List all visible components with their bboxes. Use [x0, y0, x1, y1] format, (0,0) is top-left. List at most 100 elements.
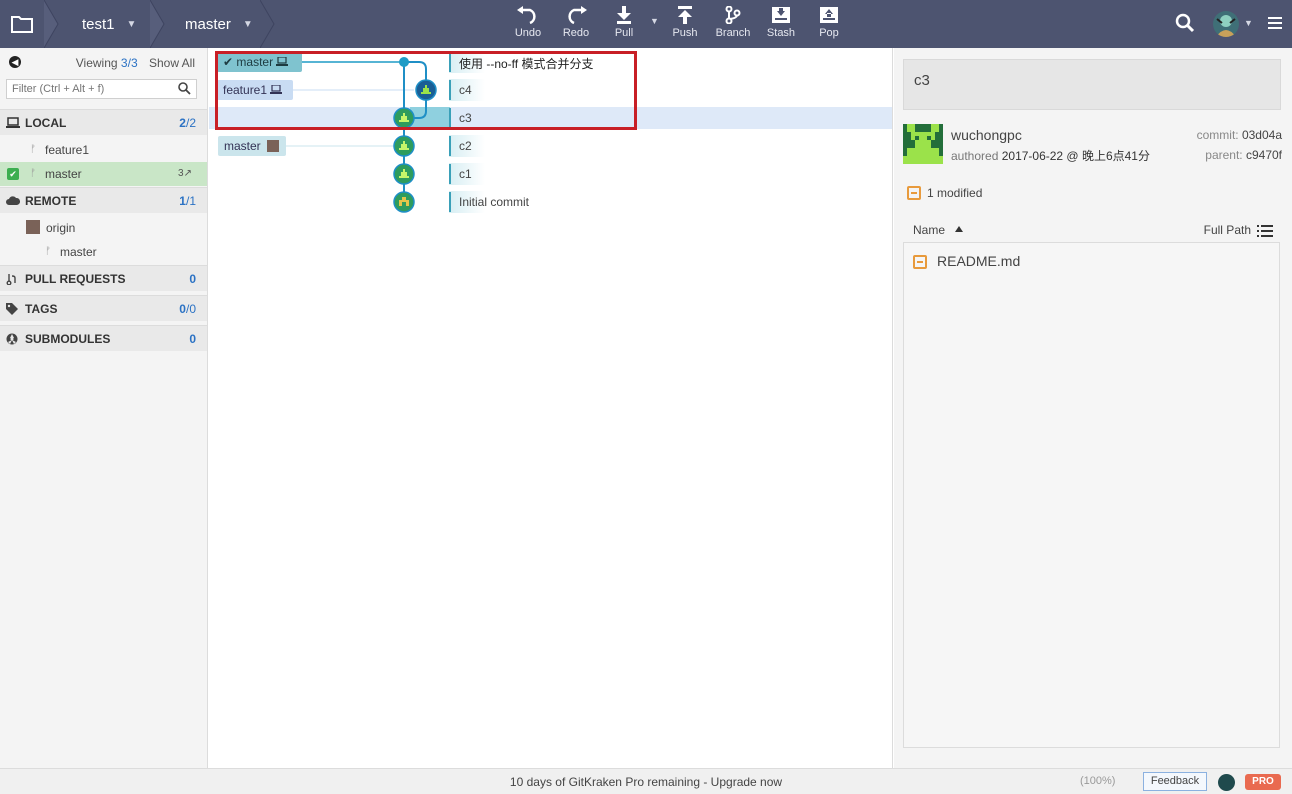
branch-button[interactable]: Branch	[708, 4, 758, 46]
redo-button[interactable]: Redo	[551, 4, 601, 46]
row-background	[449, 163, 892, 185]
search-icon	[178, 82, 191, 95]
hamburger-menu-icon[interactable]	[1268, 16, 1282, 33]
parent-sha[interactable]: c9470f	[1246, 148, 1282, 162]
folder-icon[interactable]	[0, 0, 44, 48]
commit-sha[interactable]: 03d04a	[1242, 128, 1282, 142]
show-all-link[interactable]: Show All	[149, 56, 195, 70]
chevron-down-icon[interactable]: ▼	[1244, 18, 1253, 28]
repo-selector[interactable]: test1 ▼	[82, 0, 136, 48]
modified-file-icon	[913, 255, 927, 269]
redo-icon	[568, 6, 587, 24]
branch-icon	[725, 6, 741, 24]
redo-label: Redo	[562, 27, 590, 39]
undo-button[interactable]: Undo	[503, 4, 553, 46]
submodules-section-header[interactable]: SUBMODULES 0	[0, 325, 207, 351]
breadcrumb-separator	[260, 0, 275, 48]
branch-label: master	[60, 245, 97, 259]
push-label: Push	[672, 27, 698, 39]
remote-title: REMOTE	[25, 194, 77, 208]
local-section-header[interactable]: LOCAL 2/2	[0, 109, 207, 135]
pro-badge[interactable]: PRO	[1245, 774, 1281, 790]
local-count: 2/2	[179, 116, 196, 130]
push-button[interactable]: Push	[660, 4, 710, 46]
pop-button[interactable]: Pop	[804, 4, 854, 46]
local-branch-feature1[interactable]: ᚠ feature1	[0, 138, 207, 162]
pull-button[interactable]: Pull	[599, 4, 649, 46]
tag-icon	[6, 303, 18, 315]
back-arrow-icon[interactable]: ◀	[9, 56, 21, 68]
tags-section-header[interactable]: TAGS 0/0	[0, 295, 207, 321]
commit-detail-panel: c3 wuchongpc authored 2017-06-22 @ 晚上6点4…	[894, 48, 1292, 768]
pull-requests-title: PULL REQUESTS	[25, 272, 126, 286]
viewing-bar: ◀ Viewing 3/3 Show All	[0, 48, 207, 76]
local-count-total: /2	[185, 116, 196, 130]
highlight-annotation	[215, 51, 637, 130]
stash-button[interactable]: Stash	[756, 4, 806, 46]
authored-label: authored	[951, 149, 999, 163]
modified-file-icon	[907, 186, 921, 200]
tags-title: TAGS	[25, 302, 58, 316]
file-item[interactable]: README.md	[913, 253, 1020, 269]
commit-node-c2[interactable]	[393, 135, 415, 157]
submodule-icon	[6, 333, 18, 345]
authored-date: 2017-06-22 @ 晚上6点41分	[1001, 149, 1150, 163]
repo-name: test1	[82, 15, 115, 33]
push-icon	[678, 6, 692, 24]
branch-label: feature1	[45, 143, 90, 157]
commit-message-box[interactable]: c3	[903, 59, 1281, 110]
local-branch-master[interactable]: ✔ ᚠ master 3↗	[0, 162, 207, 186]
branch-name: master	[185, 15, 231, 33]
breadcrumb-separator	[150, 0, 165, 48]
modified-summary: 1 modified	[907, 186, 982, 200]
pop-label: Pop	[819, 27, 839, 39]
remote-count: 1/1	[179, 194, 196, 208]
tags-count-total: /0	[185, 302, 196, 316]
author-avatar	[903, 124, 943, 164]
remote-branch-master[interactable]: ᚠ master	[0, 240, 207, 264]
parent-sha-line: parent: c9470f	[1205, 148, 1282, 162]
commit-message: Initial commit	[459, 195, 530, 209]
toolbar: test1 ▼ master ▼ Undo Redo Pull ▼ Push B…	[0, 0, 1292, 48]
pull-requests-section-header[interactable]: PULL REQUESTS 0	[0, 265, 207, 291]
stash-label: Stash	[766, 27, 796, 39]
checkmark-icon: ✔	[7, 168, 19, 180]
chevron-down-icon: ▼	[126, 18, 137, 30]
user-avatar[interactable]	[1213, 11, 1239, 37]
pull-label: Pull	[614, 27, 634, 39]
status-bar: 10 days of GitKraken Pro remaining - Upg…	[0, 768, 1292, 794]
pull-request-icon	[6, 274, 16, 285]
parent-label: parent:	[1205, 148, 1243, 162]
full-path-toggle[interactable]: Full Path	[1204, 223, 1251, 237]
feedback-button[interactable]: Feedback	[1143, 772, 1207, 791]
commit-message: c1	[459, 167, 472, 181]
search-icon[interactable]	[1175, 13, 1195, 36]
branch-selector[interactable]: master ▼	[185, 0, 253, 48]
list-view-icon[interactable]	[1257, 225, 1273, 237]
submodules-count: 0	[189, 332, 196, 346]
modified-count: 1 modified	[927, 186, 983, 200]
row-background	[449, 135, 892, 157]
filter-input[interactable]	[6, 79, 197, 99]
sort-by-name-button[interactable]: Name	[913, 223, 945, 237]
gitkraken-logo-icon	[1218, 774, 1235, 791]
viewing-label: Viewing	[75, 56, 118, 70]
viewing-summary: Viewing 3/3 Show All	[76, 56, 195, 70]
pull-icon	[617, 6, 631, 24]
remote-section-header[interactable]: REMOTE 1/1	[0, 187, 207, 213]
commit-node-c1[interactable]	[393, 163, 415, 185]
remote-origin[interactable]: origin	[0, 216, 207, 240]
branch-icon: ᚠ	[45, 246, 51, 257]
stash-icon	[772, 7, 790, 23]
branch-icon: ᚠ	[30, 144, 36, 155]
viewing-total: /3	[127, 56, 138, 70]
sort-ascending-icon	[955, 226, 963, 232]
commit-node-initial[interactable]	[393, 191, 415, 213]
branch-icon: ᚠ	[30, 168, 36, 179]
zoom-level: (100%)	[1080, 775, 1116, 787]
submodules-title: SUBMODULES	[25, 332, 111, 346]
pull-options-chevron-icon[interactable]: ▼	[650, 16, 659, 26]
pop-icon	[820, 7, 838, 23]
remote-avatar	[26, 220, 40, 234]
author-name: wuchongpc	[951, 127, 1022, 143]
